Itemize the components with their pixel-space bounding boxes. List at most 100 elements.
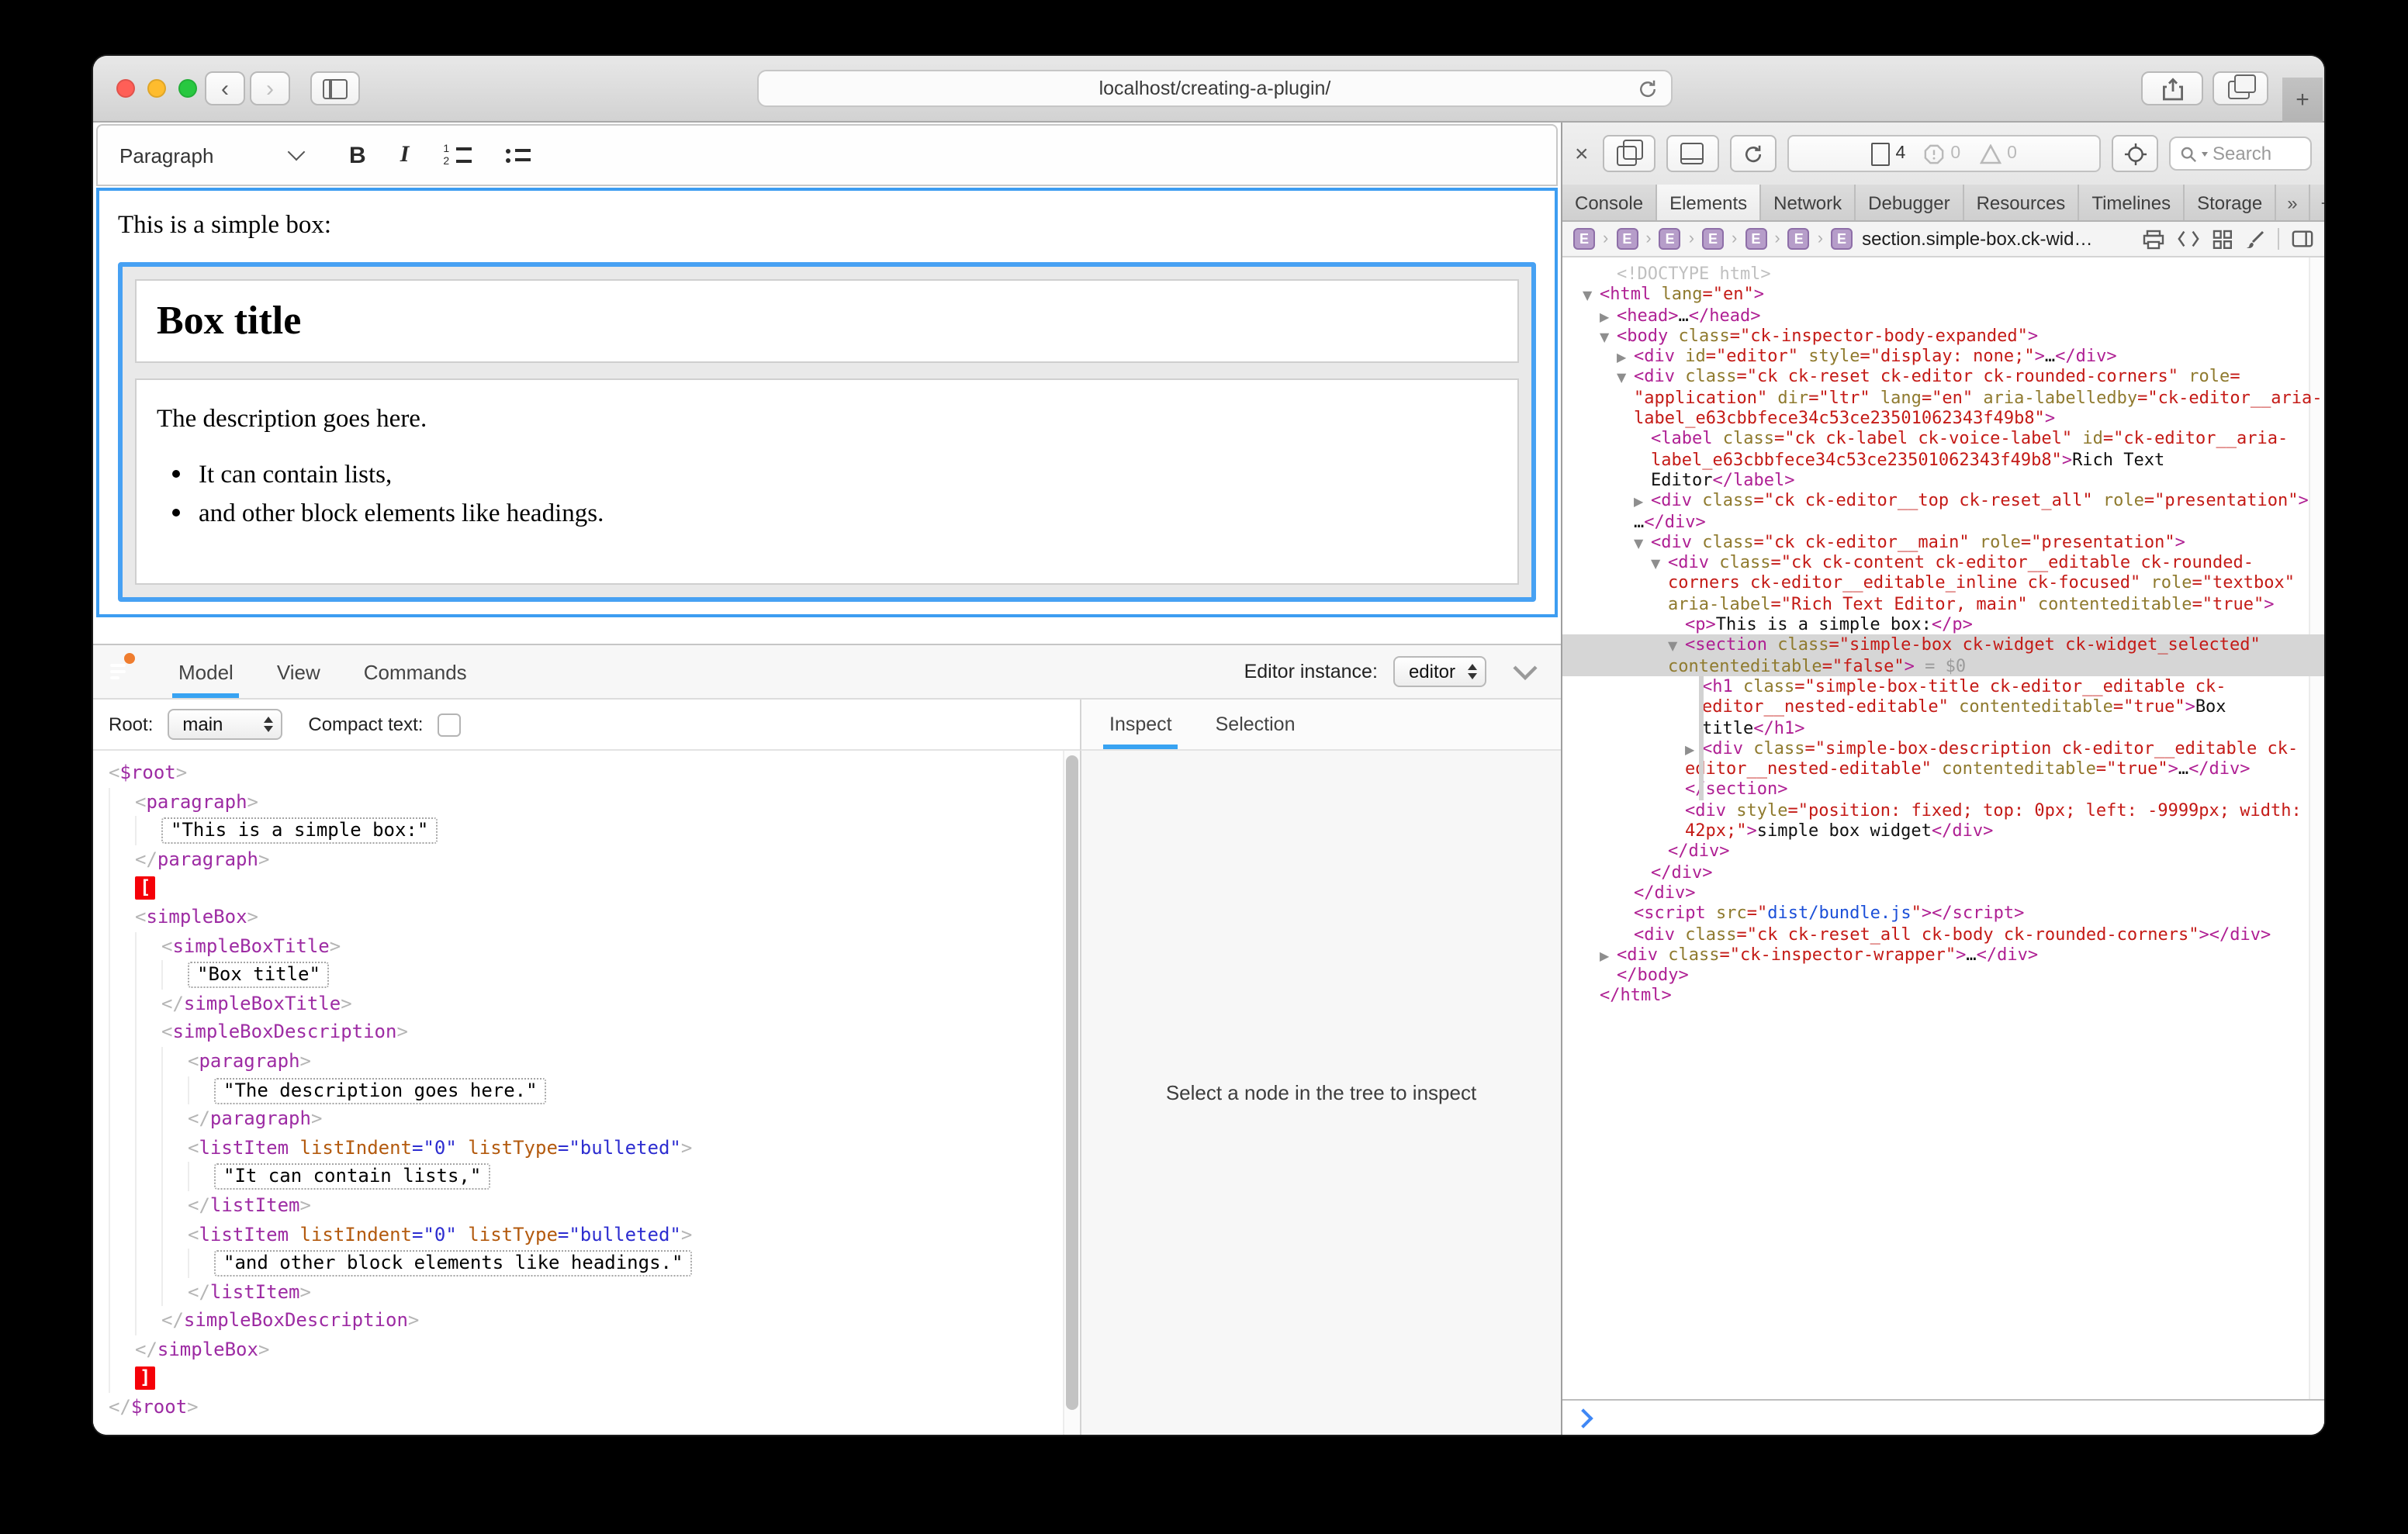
source-line[interactable]: ▶<head>…</head> <box>1562 305 2324 326</box>
inspector-tab-commands[interactable]: Commands <box>342 645 489 698</box>
disclosure-open-icon[interactable]: ▼ <box>1651 554 1668 575</box>
model-tree-line[interactable]: <paragraph> <box>93 787 1063 816</box>
source-line[interactable]: </section> <box>1562 779 2324 800</box>
devtools-tab-resources[interactable]: Resources <box>1964 185 2080 220</box>
devtools-source[interactable]: <!DOCTYPE html>▼<html lang="en">▶<head>…… <box>1562 257 2324 1399</box>
model-tree-line[interactable]: "and other block elements like headings.… <box>93 1249 1063 1277</box>
inspector-tab-model[interactable]: Model <box>157 645 255 698</box>
grid-icon[interactable] <box>2213 229 2233 249</box>
bulleted-list-button[interactable] <box>505 148 530 162</box>
sidebar-toggle-button[interactable] <box>310 71 360 105</box>
source-line[interactable]: ▼<body class="ck-inspector-body-expanded… <box>1562 326 2324 347</box>
close-window-button[interactable] <box>116 79 135 98</box>
zoom-window-button[interactable] <box>178 79 197 98</box>
devtools-reload-button[interactable] <box>1730 135 1777 172</box>
element-badge[interactable]: E <box>1831 228 1853 250</box>
model-tree[interactable]: <$root><paragraph>"This is a simple box:… <box>93 751 1063 1435</box>
devtools-tab-elements[interactable]: Elements <box>1657 185 1761 220</box>
source-line[interactable]: <h1 class="simple-box-title ck-editor__e… <box>1562 676 2324 697</box>
model-tree-line[interactable]: <paragraph> <box>93 1047 1063 1076</box>
source-line[interactable]: ▶<div class="ck ck-editor__top ck-reset_… <box>1562 491 2324 512</box>
model-tree-line[interactable]: [ <box>93 874 1063 903</box>
editor-editable-area[interactable]: This is a simple box: Box title The desc… <box>96 188 1558 617</box>
node-panel-tab-inspect[interactable]: Inspect <box>1088 700 1194 749</box>
model-tree-line[interactable]: ] <box>93 1364 1063 1393</box>
editor-instance-select[interactable]: editor <box>1393 656 1486 687</box>
disclosure-closed-icon[interactable]: ▶ <box>1617 347 1634 368</box>
source-line[interactable]: <div class="ck ck-reset_all ck-body ck-r… <box>1562 924 2324 945</box>
box-title-heading[interactable]: Box title <box>157 298 1497 344</box>
source-line[interactable]: ▼<div class="ck ck-editor__main" role="p… <box>1562 532 2324 553</box>
inspector-collapse-button[interactable] <box>1511 663 1539 680</box>
detach-inspector-button[interactable] <box>1603 135 1656 172</box>
devtools-tab-storage[interactable]: Storage <box>2185 185 2276 220</box>
disclosure-closed-icon[interactable]: ▶ <box>1685 740 1702 761</box>
list-item[interactable]: and other block elements like headings. <box>199 498 1497 529</box>
model-tree-line[interactable]: <simpleBoxDescription> <box>93 1018 1063 1047</box>
minimize-window-button[interactable] <box>147 79 166 98</box>
breadcrumb-selected-node[interactable]: section.simple-box.ck-wid… <box>1862 228 2092 250</box>
show-source-icon[interactable] <box>2177 230 2200 248</box>
node-panel-tab-selection[interactable]: Selection <box>1194 700 1317 749</box>
description-list[interactable]: It can contain lists,and other block ele… <box>157 459 1497 529</box>
simple-box-description[interactable]: The description goes here. It can contai… <box>135 378 1519 585</box>
model-tree-line[interactable]: "It can contain lists," <box>93 1163 1063 1191</box>
model-tree-line[interactable]: </simpleBox> <box>93 1335 1063 1364</box>
model-tree-line[interactable]: "This is a simple box:" <box>93 816 1063 845</box>
model-tree-line[interactable]: <listItem listIndent="0" listType="bulle… <box>93 1133 1063 1162</box>
disclosure-open-icon[interactable]: ▼ <box>1668 637 1685 658</box>
model-tree-scrollbar[interactable] <box>1063 751 1080 1435</box>
tab-overview-button[interactable] <box>2213 71 2268 105</box>
document-count[interactable]: 4 <box>1871 142 1906 165</box>
styles-brush-icon[interactable] <box>2245 229 2265 249</box>
new-tab-button[interactable]: + <box>2282 78 2323 123</box>
element-badge[interactable]: E <box>1616 228 1638 250</box>
model-tree-line[interactable]: "Box title" <box>93 960 1063 989</box>
source-line[interactable]: <!DOCTYPE html> <box>1562 264 2324 285</box>
source-line[interactable]: ▼<html lang="en"> <box>1562 285 2324 306</box>
share-button[interactable] <box>2141 71 2203 105</box>
tab-overflow-button[interactable]: » <box>2276 185 2309 220</box>
devtools-tab-console[interactable]: Console <box>1562 185 1657 220</box>
source-line[interactable]: <label class="ck ck-label ck-voice-label… <box>1562 429 2324 450</box>
source-line[interactable]: ▶<div id="editor" style="display: none;"… <box>1562 346 2324 367</box>
element-badge[interactable]: E <box>1745 228 1766 250</box>
model-tree-line[interactable]: <$root> <box>93 758 1063 787</box>
scrollbar-thumb[interactable] <box>1066 755 1078 1410</box>
source-line[interactable]: <div style="position: fixed; top: 0px; l… <box>1562 800 2324 821</box>
source-line[interactable]: <script src="dist/bundle.js"></script> <box>1562 903 2324 924</box>
root-select[interactable]: main <box>167 709 282 740</box>
compact-text-checkbox[interactable] <box>437 713 460 736</box>
model-tree-line[interactable]: </paragraph> <box>93 845 1063 874</box>
source-line[interactable]: ▼<div class="ck ck-reset ck-editor ck-ro… <box>1562 367 2324 388</box>
devtools-tab-timelines[interactable]: Timelines <box>2079 185 2185 220</box>
source-line[interactable]: </div> <box>1562 841 2324 862</box>
source-line[interactable]: ▼<div class="ck ck-content ck-editor__ed… <box>1562 552 2324 573</box>
heading-dropdown[interactable]: Paragraph <box>119 143 303 167</box>
source-line[interactable]: contenteditable="false"> = $0 <box>1562 655 2324 676</box>
element-badge[interactable]: E <box>1659 228 1681 250</box>
source-line[interactable]: </html> <box>1562 986 2324 1007</box>
model-tree-line[interactable]: <simpleBoxTitle> <box>93 931 1063 960</box>
italic-button[interactable]: I <box>400 142 410 168</box>
source-line[interactable]: <p>This is a simple box:</p> <box>1562 614 2324 635</box>
devtools-tab-debugger[interactable]: Debugger <box>1856 185 1963 220</box>
element-badge[interactable]: E <box>1573 228 1595 250</box>
source-line[interactable]: corners ck-editor__editable_inline ck-fo… <box>1562 573 2324 594</box>
source-line[interactable]: </div> <box>1562 862 2324 883</box>
source-line[interactable]: editor__nested-editable" contenteditable… <box>1562 758 2324 779</box>
source-line[interactable]: aria-label="Rich Text Editor, main" cont… <box>1562 594 2324 615</box>
add-tab-button[interactable]: + <box>2310 185 2324 220</box>
resource-status-group[interactable]: 4 0 0 <box>1787 135 2101 172</box>
devtools-search-field[interactable]: Search <box>2169 136 2312 171</box>
source-line[interactable]: ▼<section class="simple-box ck-widget ck… <box>1562 635 2324 656</box>
source-line[interactable]: </body> <box>1562 965 2324 986</box>
quick-console[interactable] <box>1562 1399 2324 1435</box>
source-line[interactable]: "application" dir="ltr" lang="en" aria-l… <box>1562 388 2324 409</box>
source-line[interactable]: ▶<div class="ck-inspector-wrapper">…</di… <box>1562 945 2324 966</box>
model-tree-line[interactable]: <simpleBox> <box>93 903 1063 931</box>
warning-count[interactable]: 0 <box>1979 143 2017 164</box>
source-line[interactable]: …</div> <box>1562 511 2324 532</box>
element-badge[interactable]: E <box>1702 228 1724 250</box>
model-tree-line[interactable]: </simpleBoxTitle> <box>93 990 1063 1018</box>
